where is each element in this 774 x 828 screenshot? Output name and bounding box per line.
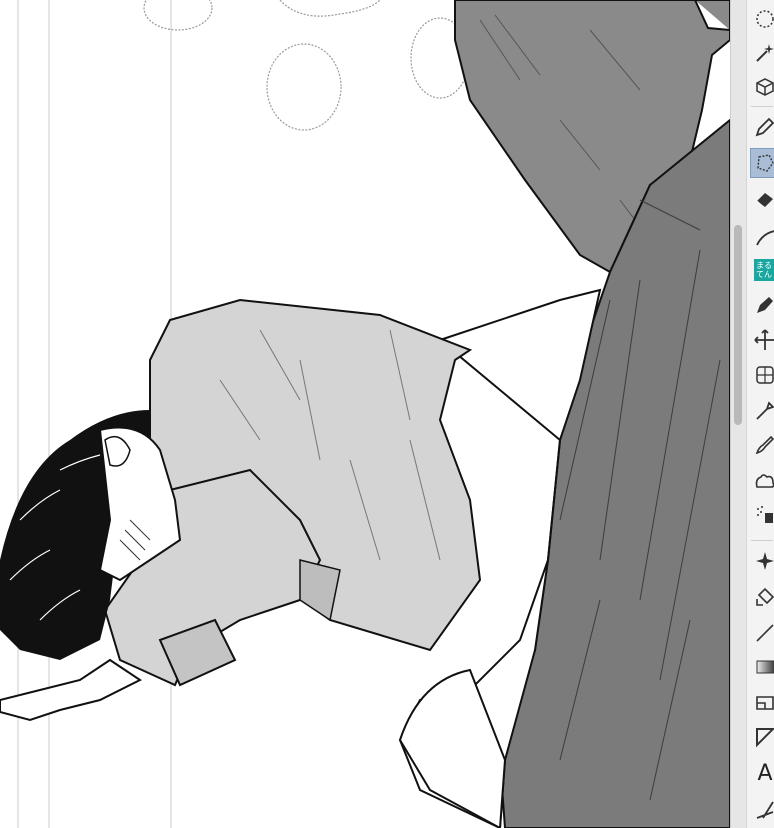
3d-object-icon[interactable] — [750, 72, 774, 102]
toolbar-separator-2 — [751, 540, 773, 541]
brush-icon[interactable] — [750, 430, 774, 460]
perspective-grid-icon[interactable] — [750, 360, 774, 390]
balloon-tail-icon[interactable] — [750, 722, 774, 752]
drawing-canvas[interactable] — [0, 0, 730, 828]
maruten-label-2: てん — [756, 270, 772, 279]
frame-border-icon[interactable] — [750, 688, 774, 718]
selection-marquee-icon[interactable] — [750, 148, 774, 178]
vertical-scrollbar[interactable] — [730, 0, 746, 828]
ruler-line-icon[interactable] — [750, 618, 774, 648]
bucket-fill-icon[interactable] — [750, 582, 774, 612]
maruten-label-1: まる — [756, 261, 772, 270]
eraser-icon[interactable] — [750, 184, 774, 214]
spray-icon[interactable] — [750, 500, 774, 530]
line-icon[interactable] — [750, 222, 774, 252]
pen-icon[interactable] — [750, 112, 774, 142]
pen-ruler-icon[interactable] — [750, 795, 774, 825]
manga-illustration — [0, 0, 730, 828]
hand — [0, 658, 142, 722]
dropper-icon[interactable] — [750, 396, 774, 426]
move-icon[interactable] — [750, 325, 774, 355]
text-tool-glyph: A — [757, 760, 773, 786]
tool-palette: まる てん A — [746, 0, 774, 828]
magic-wand-icon[interactable] — [750, 38, 774, 68]
maruten-tool[interactable]: まる てん — [750, 255, 774, 285]
lasso-select-icon[interactable] — [750, 4, 774, 34]
text-tool-icon[interactable]: A — [750, 758, 774, 788]
sparkle-icon[interactable] — [750, 546, 774, 576]
scrollbar-thumb[interactable] — [734, 225, 742, 425]
fill-pen-icon[interactable] — [750, 290, 774, 320]
cloud-brush-icon[interactable] — [750, 466, 774, 496]
bubble-outlines — [143, 0, 470, 131]
toolbar-separator — [751, 106, 773, 107]
gradient-icon[interactable] — [750, 652, 774, 682]
